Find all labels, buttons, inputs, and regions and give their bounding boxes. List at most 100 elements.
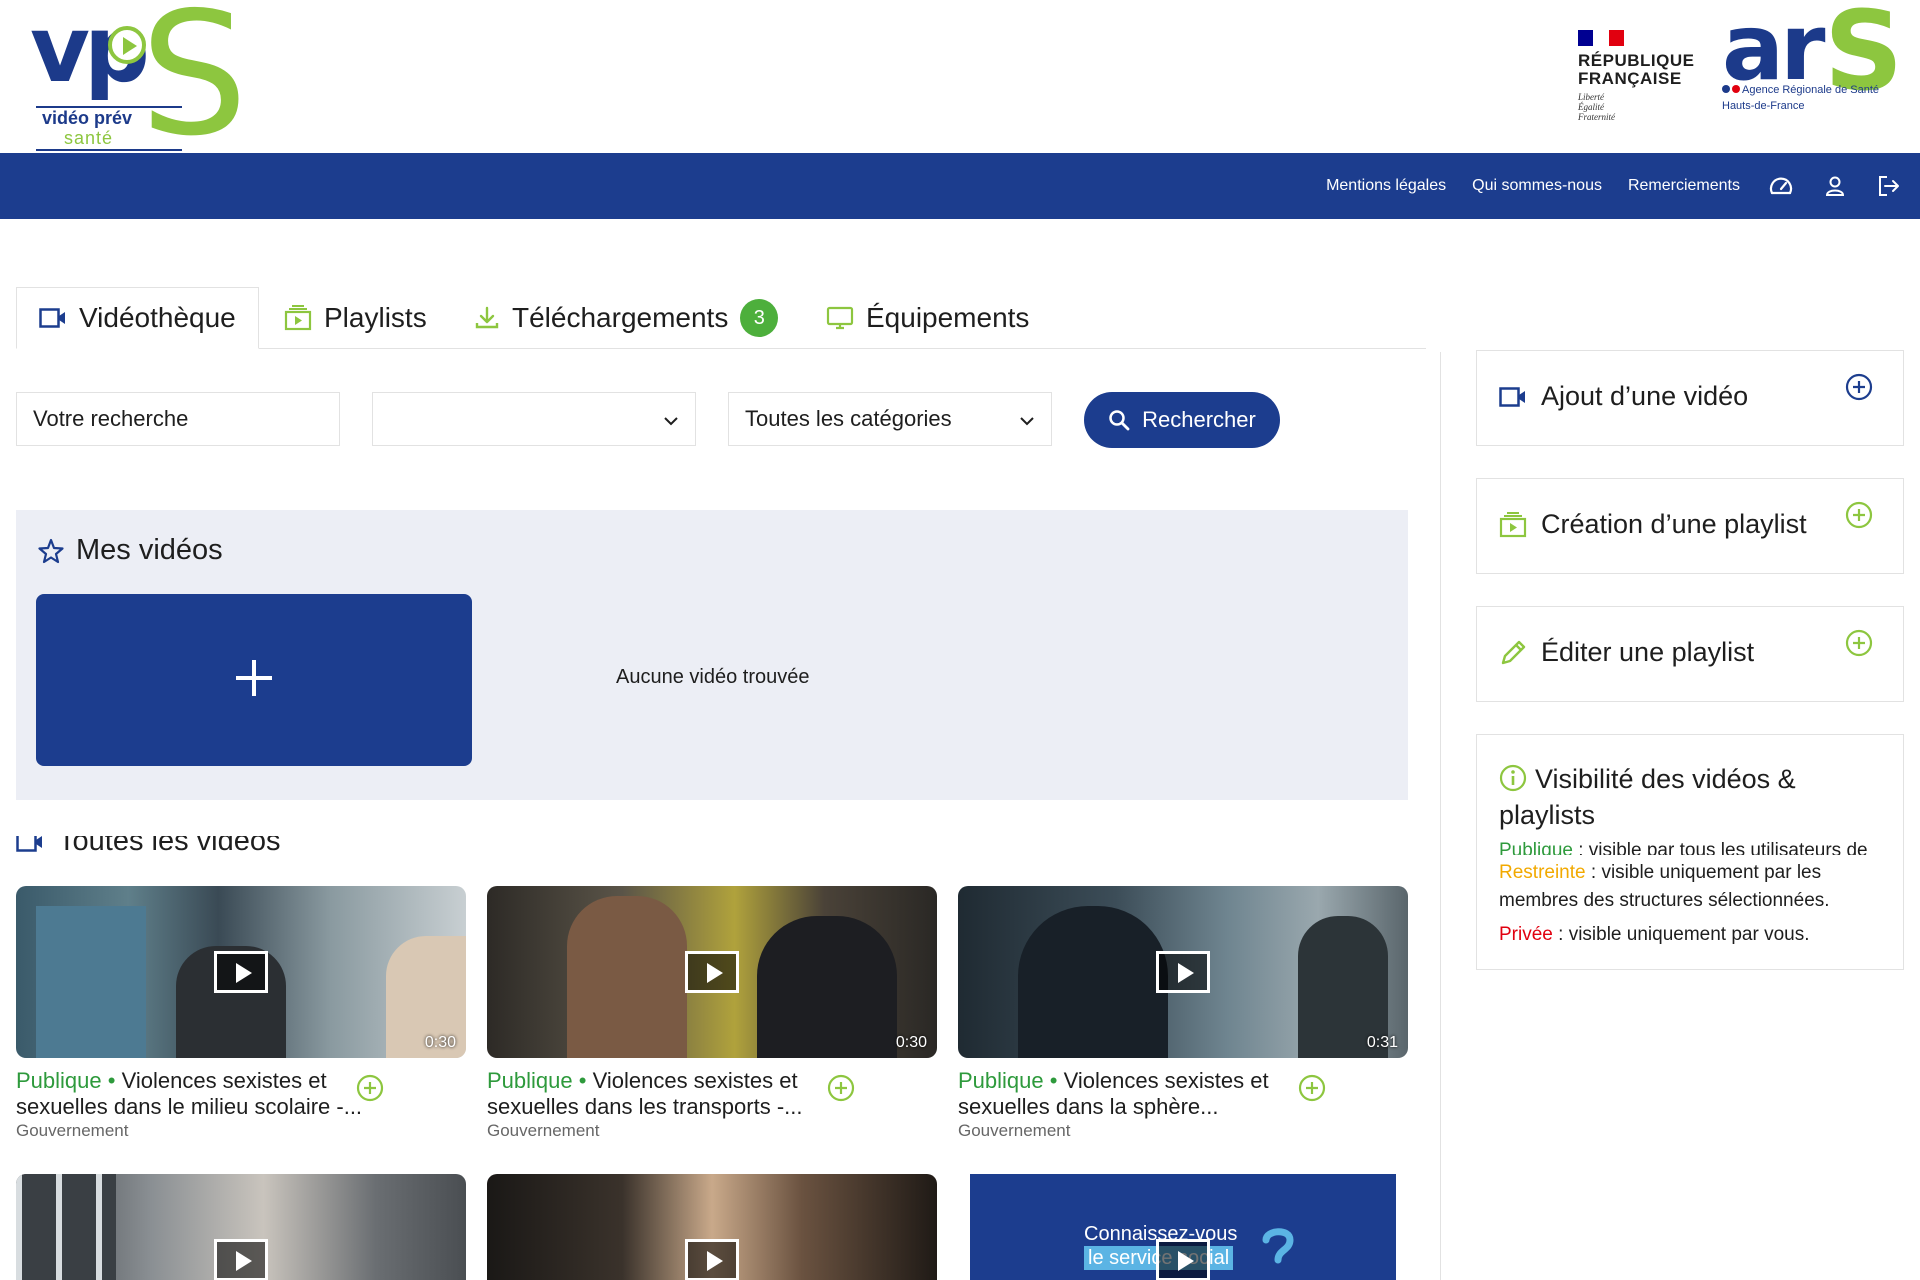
rf-motto-3: Fraternité <box>1578 112 1615 122</box>
publique-label: Publique <box>1499 841 1573 855</box>
video-camera-icon <box>1499 386 1527 408</box>
nav-link-mentions[interactable]: Mentions légales <box>1326 177 1446 195</box>
video-thumbnail[interactable]: 0:30 <box>16 886 466 1058</box>
tab-label: Équipements <box>866 302 1030 333</box>
plus-icon <box>233 657 275 704</box>
tab-playlists[interactable]: Playlists <box>284 287 427 349</box>
tab-label: Playlists <box>324 302 427 333</box>
chevron-down-icon <box>1019 406 1035 432</box>
add-to-playlist-icon[interactable] <box>356 1074 384 1107</box>
visibility-info-title-text: Visibilité des vidéos & playlists <box>1499 764 1796 830</box>
play-icon[interactable] <box>214 1239 268 1280</box>
video-meta: Publique • Violences sexistes et sexuell… <box>16 1068 376 1142</box>
video-card <box>487 1174 937 1280</box>
publique-text: : visible par tous les utilisateurs de <box>1572 841 1868 855</box>
play-icon[interactable] <box>1156 951 1210 993</box>
search-button[interactable]: Rechercher <box>1084 392 1280 448</box>
main-tabs: Vidéothèque Playlists Téléchargements 3 … <box>16 287 1426 349</box>
dashboard-icon[interactable] <box>1768 173 1794 199</box>
rf-motto-2: Égalité <box>1578 102 1604 112</box>
separator-dot: • <box>572 1068 593 1093</box>
search-icon <box>1108 409 1130 431</box>
ars-subtitle-text: Agence Régionale de Santé <box>1742 84 1879 96</box>
chevron-down-icon <box>663 406 679 432</box>
video-thumbnail[interactable]: Connaissez-vous le service social <box>970 1174 1396 1280</box>
video-thumbnail[interactable]: 0:31 <box>958 886 1408 1058</box>
tab-label: Téléchargements <box>512 302 729 333</box>
video-thumbnail[interactable] <box>487 1174 937 1280</box>
my-videos-title: Mes vidéos <box>38 534 223 567</box>
video-card: 0:30 Publique • Violences sexistes et se… <box>487 886 937 1142</box>
play-icon[interactable] <box>685 1239 739 1280</box>
ars-logo-mark: ar <box>1722 0 1825 101</box>
logout-icon[interactable] <box>1876 173 1902 199</box>
ars-subtitle: Agence Régionale de Santé <box>1722 84 1879 96</box>
user-icon[interactable] <box>1822 173 1848 199</box>
restreinte-label: Restreinte <box>1499 862 1586 883</box>
dot-icon <box>1722 85 1730 93</box>
empty-state-text: Aucune vidéo trouvée <box>616 666 810 688</box>
video-title-line2[interactable]: sexuelles dans le milieu scolaire -... <box>16 1094 376 1120</box>
add-to-playlist-icon[interactable] <box>1298 1074 1326 1107</box>
dot-icon <box>1732 85 1740 93</box>
video-title-line1[interactable]: Violences sexistes et <box>593 1068 798 1093</box>
visibility-label: Publique <box>16 1068 102 1093</box>
logo-divider <box>36 149 182 151</box>
video-card <box>16 1174 466 1280</box>
video-card: 0:30 Publique • Violences sexistes et se… <box>16 886 466 1142</box>
video-camera-icon <box>39 307 67 329</box>
nav-link-thanks[interactable]: Remerciements <box>1628 177 1740 195</box>
video-duration: 0:30 <box>424 1034 456 1051</box>
site-header: vp S vidéo prév santé RÉPUBLIQUE FRANÇAI… <box>0 0 1920 160</box>
create-playlist-action[interactable]: Création d’une playlist <box>1476 478 1904 574</box>
ars-region: Hauts-de-France <box>1722 100 1805 112</box>
french-flag-icon <box>1578 30 1624 46</box>
video-duration: 0:31 <box>1366 1034 1398 1051</box>
star-icon <box>38 538 64 564</box>
tab-telechargements[interactable]: Téléchargements 3 <box>474 287 779 349</box>
visibility-label: Publique <box>958 1068 1044 1093</box>
search-input[interactable] <box>16 392 340 446</box>
pencil-icon <box>1499 639 1527 667</box>
video-title-line2[interactable]: sexuelles dans les transports -... <box>487 1094 847 1120</box>
add-video-action[interactable]: Ajout d’une vidéo <box>1476 350 1904 446</box>
filter-select[interactable] <box>372 392 696 446</box>
add-circle-icon[interactable] <box>1845 373 1873 406</box>
add-to-playlist-icon[interactable] <box>827 1074 855 1107</box>
video-title-line2[interactable]: sexuelles dans la sphère... <box>958 1094 1318 1120</box>
video-thumbnail[interactable]: 0:30 <box>487 886 937 1058</box>
add-video-tile[interactable] <box>36 594 472 766</box>
edit-playlist-action[interactable]: Éditer une playlist <box>1476 606 1904 702</box>
tab-videotheque[interactable]: Vidéothèque <box>16 287 259 349</box>
top-navbar: Mentions légales Qui sommes-nous Remerci… <box>0 153 1920 219</box>
video-thumbnail[interactable] <box>16 1174 466 1280</box>
tab-equipements[interactable]: Équipements <box>826 287 1029 349</box>
vps-logo[interactable]: vp S vidéo prév santé <box>30 0 248 160</box>
all-videos-title: Toutes les vidéos <box>16 836 280 858</box>
category-select-value: Toutes les catégories <box>745 406 952 431</box>
play-icon[interactable] <box>685 951 739 993</box>
privee-text: : visible uniquement par vous. <box>1552 924 1810 945</box>
add-circle-icon[interactable] <box>1845 501 1873 534</box>
action-label: Éditer une playlist <box>1541 637 1755 667</box>
separator-dot: • <box>1043 1068 1064 1093</box>
video-duration: 0:30 <box>895 1034 927 1051</box>
nav-link-about[interactable]: Qui sommes-nous <box>1472 177 1602 195</box>
action-label: Ajout d’une vidéo <box>1541 381 1749 411</box>
republique-francaise-logo: RÉPUBLIQUE FRANÇAISE Liberté Égalité Fra… <box>1578 30 1698 130</box>
add-circle-icon[interactable] <box>1845 629 1873 662</box>
category-select[interactable]: Toutes les catégories <box>728 392 1052 446</box>
video-title-line1[interactable]: Violences sexistes et <box>1064 1068 1269 1093</box>
playlist-icon <box>1499 511 1527 538</box>
ars-logo[interactable]: ar S Agence Régionale de Santé Hauts-de-… <box>1722 0 1903 132</box>
sidebar-divider <box>1440 352 1441 1280</box>
play-icon[interactable] <box>214 951 268 993</box>
action-label: Création d’une playlist <box>1541 509 1807 539</box>
video-meta: Publique • Violences sexistes et sexuell… <box>487 1068 847 1142</box>
question-mark-icon <box>1260 1224 1296 1280</box>
video-title-line1[interactable]: Violences sexistes et <box>122 1068 327 1093</box>
play-icon[interactable] <box>1156 1239 1210 1280</box>
video-author: Gouvernement <box>16 1121 129 1140</box>
video-card: 0:31 Publique • Violences sexistes et se… <box>958 886 1408 1142</box>
download-icon <box>474 305 500 331</box>
